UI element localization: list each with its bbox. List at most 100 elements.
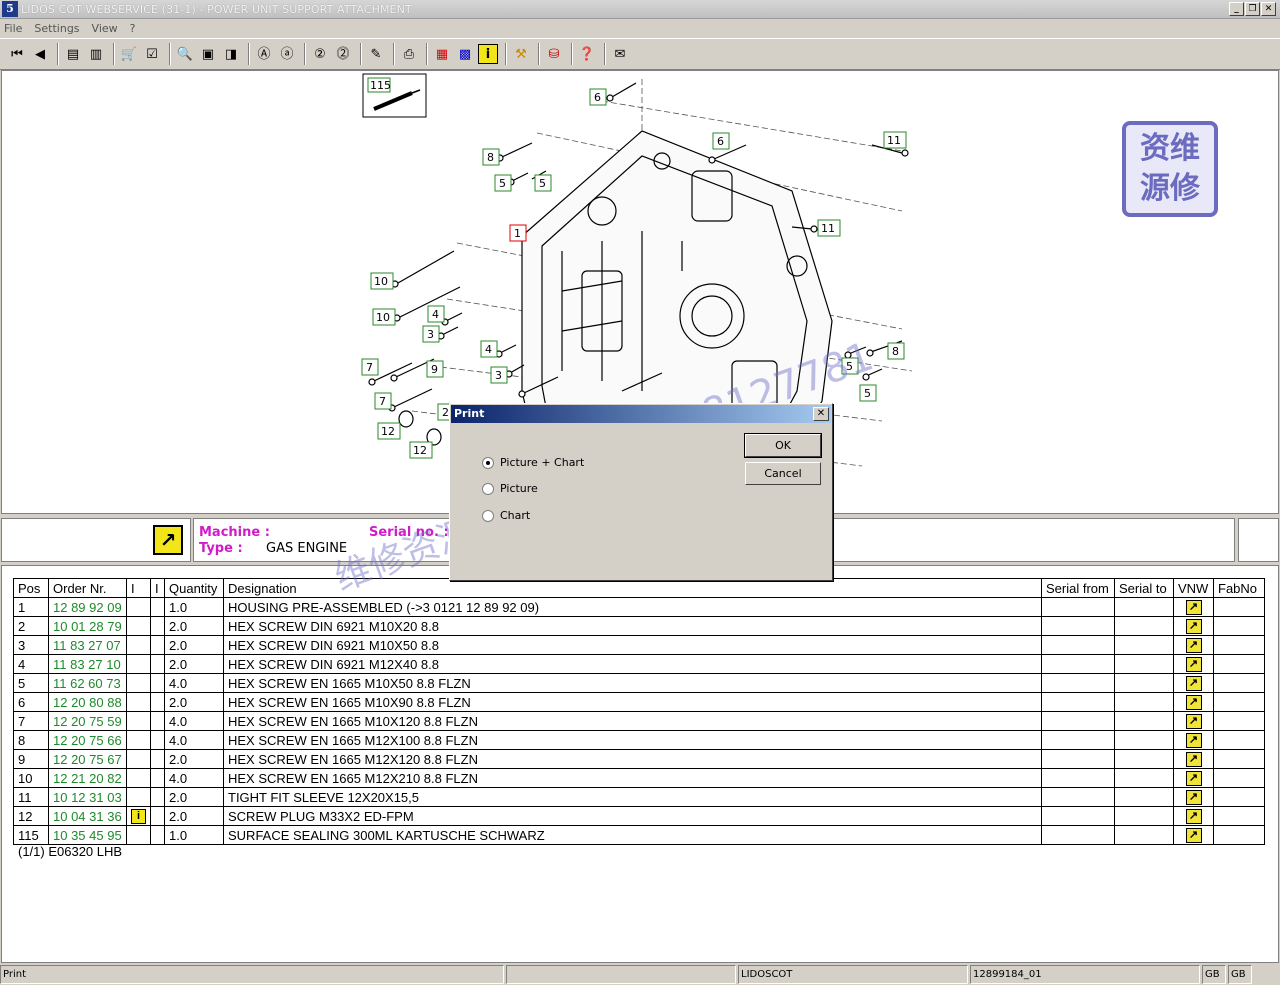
print-icon[interactable]: ⎙ (399, 44, 419, 64)
table-row[interactable]: 3 11 83 27 07 2.0 HEX SCREW DIN 6921 M10X50… (13, 635, 1265, 655)
callout-label[interactable]: 9 (431, 363, 438, 376)
cancel-button[interactable]: Cancel (745, 462, 821, 485)
col-order-nr[interactable]: Order Nr. (48, 578, 127, 598)
previous-icon[interactable]: ◀ (30, 44, 50, 64)
zoom-in-icon[interactable]: 🔍 (175, 44, 195, 64)
table-row[interactable]: 115 10 35 45 95 1.0 SURFACE SEALING 300ML K… (13, 825, 1265, 845)
vnw-link-icon[interactable]: ↗ (1185, 657, 1202, 673)
col-serial-from[interactable]: Serial from (1041, 578, 1115, 598)
back-list-icon[interactable]: ▤ (63, 44, 83, 64)
col-serial-to[interactable]: Serial to (1114, 578, 1174, 598)
close-button[interactable]: ✕ (1261, 2, 1276, 16)
vnw-link-icon[interactable]: ↗ (1185, 695, 1202, 711)
radio-picture[interactable]: Picture (482, 482, 538, 495)
callout-label[interactable]: 5 (499, 177, 506, 190)
radio-label[interactable]: Picture (500, 482, 538, 495)
callout-label[interactable]: 11 (887, 134, 901, 147)
table-row[interactable]: 2 10 01 28 79 2.0 HEX SCREW DIN 6921 M10X20… (13, 616, 1265, 636)
minimize-button[interactable]: _ (1229, 2, 1244, 16)
callout-label[interactable]: 8 (487, 151, 494, 164)
col-info-1[interactable]: I (126, 578, 151, 598)
callout-label[interactable]: 10 (376, 311, 390, 324)
vnw-link-icon[interactable]: ↗ (1185, 600, 1202, 616)
table-row[interactable]: 1 12 89 92 09 1.0 HOUSING PRE-ASSEMBLED (->… (13, 597, 1265, 617)
checklist-icon[interactable]: ☑ (142, 44, 162, 64)
radio-picture-chart[interactable]: Picture + Chart (482, 456, 584, 469)
callout-label[interactable]: 6 (717, 135, 724, 148)
table-row[interactable]: 8 12 20 75 66 4.0 HEX SCREW EN 1665 M12X100… (13, 730, 1265, 750)
vnw-link-icon[interactable]: ↗ (1185, 733, 1202, 749)
zoom-2-icon[interactable]: ② (310, 44, 330, 64)
ok-button[interactable]: OK (744, 433, 822, 458)
callout-label[interactable]: 2 (442, 406, 449, 419)
table-row[interactable]: 5 11 62 60 73 4.0 HEX SCREW EN 1665 M10X50 … (13, 673, 1265, 693)
callout-label[interactable]: 10 (374, 275, 388, 288)
vnw-link-icon[interactable]: ↗ (1185, 638, 1202, 654)
radio-label[interactable]: Picture + Chart (500, 456, 584, 469)
callout-label[interactable]: 3 (427, 328, 434, 341)
info-icon[interactable]: i (131, 809, 146, 825)
dialog-close-icon[interactable]: ✕ (813, 407, 829, 421)
restore-button[interactable]: ❐ (1245, 2, 1260, 16)
table-row[interactable]: 6 12 20 80 88 2.0 HEX SCREW EN 1665 M10X90 … (13, 692, 1265, 712)
radio-button-selected[interactable] (482, 456, 494, 469)
edit-icon[interactable]: ✎ (366, 44, 386, 64)
callout-label[interactable]: 4 (485, 343, 492, 356)
callout-label[interactable]: 8 (892, 345, 899, 358)
menu-help[interactable]: ? (130, 22, 136, 35)
table-row[interactable]: 9 12 20 75 67 2.0 HEX SCREW EN 1665 M12X120… (13, 749, 1265, 769)
navigate-link-icon[interactable]: ↗ (153, 525, 183, 555)
vnw-link-icon[interactable]: ↗ (1185, 752, 1202, 768)
table-row[interactable]: 11 10 12 31 03 2.0 TIGHT FIT SLEEVE 12X20X1… (13, 787, 1265, 807)
vnw-link-icon[interactable]: ↗ (1185, 809, 1202, 825)
tools-icon[interactable]: ⚒ (511, 44, 531, 64)
table-row[interactable]: 12 10 04 31 36 i 2.0 SCREW PLUG M33X2 ED-FPM… (13, 806, 1265, 826)
zoom-2-reset-icon[interactable]: ⓶ (333, 44, 353, 64)
table-row[interactable]: 4 11 83 27 10 2.0 HEX SCREW DIN 6921 M12X40… (13, 654, 1265, 674)
vnw-link-icon[interactable]: ↗ (1185, 790, 1202, 806)
callout-label[interactable]: 7 (379, 395, 386, 408)
basket-icon[interactable]: ⛁ (544, 44, 564, 64)
vnw-link-icon[interactable]: ↗ (1185, 828, 1202, 844)
col-fabno[interactable]: FabNo (1213, 578, 1265, 598)
zoom-a-icon[interactable]: Ⓐ (254, 44, 274, 64)
vnw-link-icon[interactable]: ↗ (1185, 714, 1202, 730)
grid-red-icon[interactable]: ▦ (432, 44, 452, 64)
callout-label[interactable]: 7 (366, 361, 373, 374)
callout-label[interactable]: 5 (539, 177, 546, 190)
col-info-2[interactable]: I (150, 578, 165, 598)
grid-blue-icon[interactable]: ▩ (455, 44, 475, 64)
radio-chart[interactable]: Chart (482, 509, 530, 522)
col-quantity[interactable]: Quantity (164, 578, 224, 598)
page-fit-icon[interactable]: ◨ (221, 44, 241, 64)
callout-label[interactable]: 12 (381, 425, 395, 438)
callout-label[interactable]: 3 (495, 369, 502, 382)
cart-icon[interactable]: 🛒 (119, 44, 139, 64)
radio-button[interactable] (482, 509, 494, 522)
callout-label[interactable]: 5 (864, 387, 871, 400)
menu-view[interactable]: View (92, 22, 118, 35)
col-vnw[interactable]: VNW (1173, 578, 1214, 598)
radio-button[interactable] (482, 482, 494, 495)
vnw-link-icon[interactable]: ↗ (1185, 676, 1202, 692)
mail-icon[interactable]: ✉ (610, 44, 630, 64)
forward-list-icon[interactable]: ▥ (86, 44, 106, 64)
zoom-a-reset-icon[interactable]: ⓐ (277, 44, 297, 64)
callout-label[interactable]: 1 (514, 227, 521, 240)
col-pos[interactable]: Pos (13, 578, 49, 598)
menu-settings[interactable]: Settings (34, 22, 79, 35)
table-row[interactable]: 7 12 20 75 59 4.0 HEX SCREW EN 1665 M10X120… (13, 711, 1265, 731)
callout-label[interactable]: 6 (594, 91, 601, 104)
first-page-icon[interactable]: ⏮ (7, 44, 27, 64)
callout-label[interactable]: 115 (370, 79, 391, 92)
callout-label[interactable]: 4 (432, 308, 439, 321)
menu-file[interactable]: File (4, 22, 22, 35)
vnw-link-icon[interactable]: ↗ (1185, 619, 1202, 635)
callout-label[interactable]: 12 (413, 444, 427, 457)
callout-label[interactable]: 11 (821, 222, 835, 235)
page-icon[interactable]: ▣ (198, 44, 218, 64)
info-icon[interactable]: i (478, 44, 498, 64)
vnw-link-icon[interactable]: ↗ (1185, 771, 1202, 787)
table-row[interactable]: 10 12 21 20 82 4.0 HEX SCREW EN 1665 M12X21… (13, 768, 1265, 788)
lidos-icon[interactable]: ❓ (577, 44, 597, 64)
